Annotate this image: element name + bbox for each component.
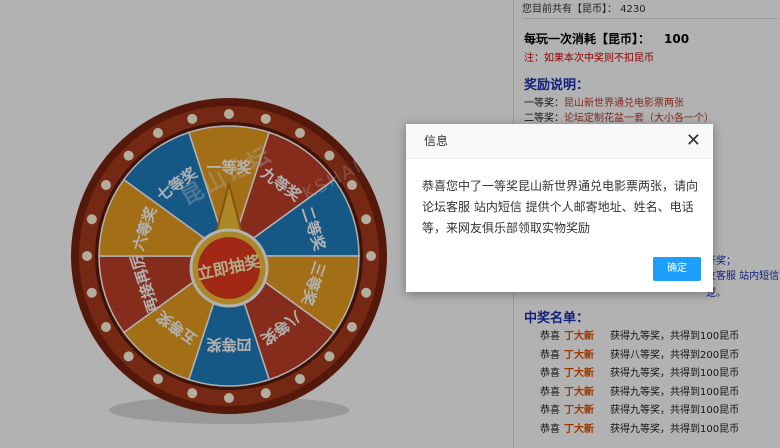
- dialog-header: 信息 ✕: [406, 124, 713, 159]
- lottery-page: 一等奖 九等奖 二等奖 三等奖 八等奖 四等奖 五等奖 再接再厉 六等奖 七等奖 立即抽奖 昆山论…: [0, 0, 780, 448]
- close-icon[interactable]: ✕: [686, 124, 701, 158]
- info-dialog: 信息 ✕ 恭喜您中了一等奖昆山新世界通兑电影票两张，请向 论坛客服 站内短信 提…: [406, 124, 713, 292]
- dialog-title: 信息: [424, 134, 449, 148]
- dialog-message: 恭喜您中了一等奖昆山新世界通兑电影票两张，请向 论坛客服 站内短信 提供个人邮寄…: [422, 179, 699, 235]
- confirm-button[interactable]: 确定: [653, 257, 701, 281]
